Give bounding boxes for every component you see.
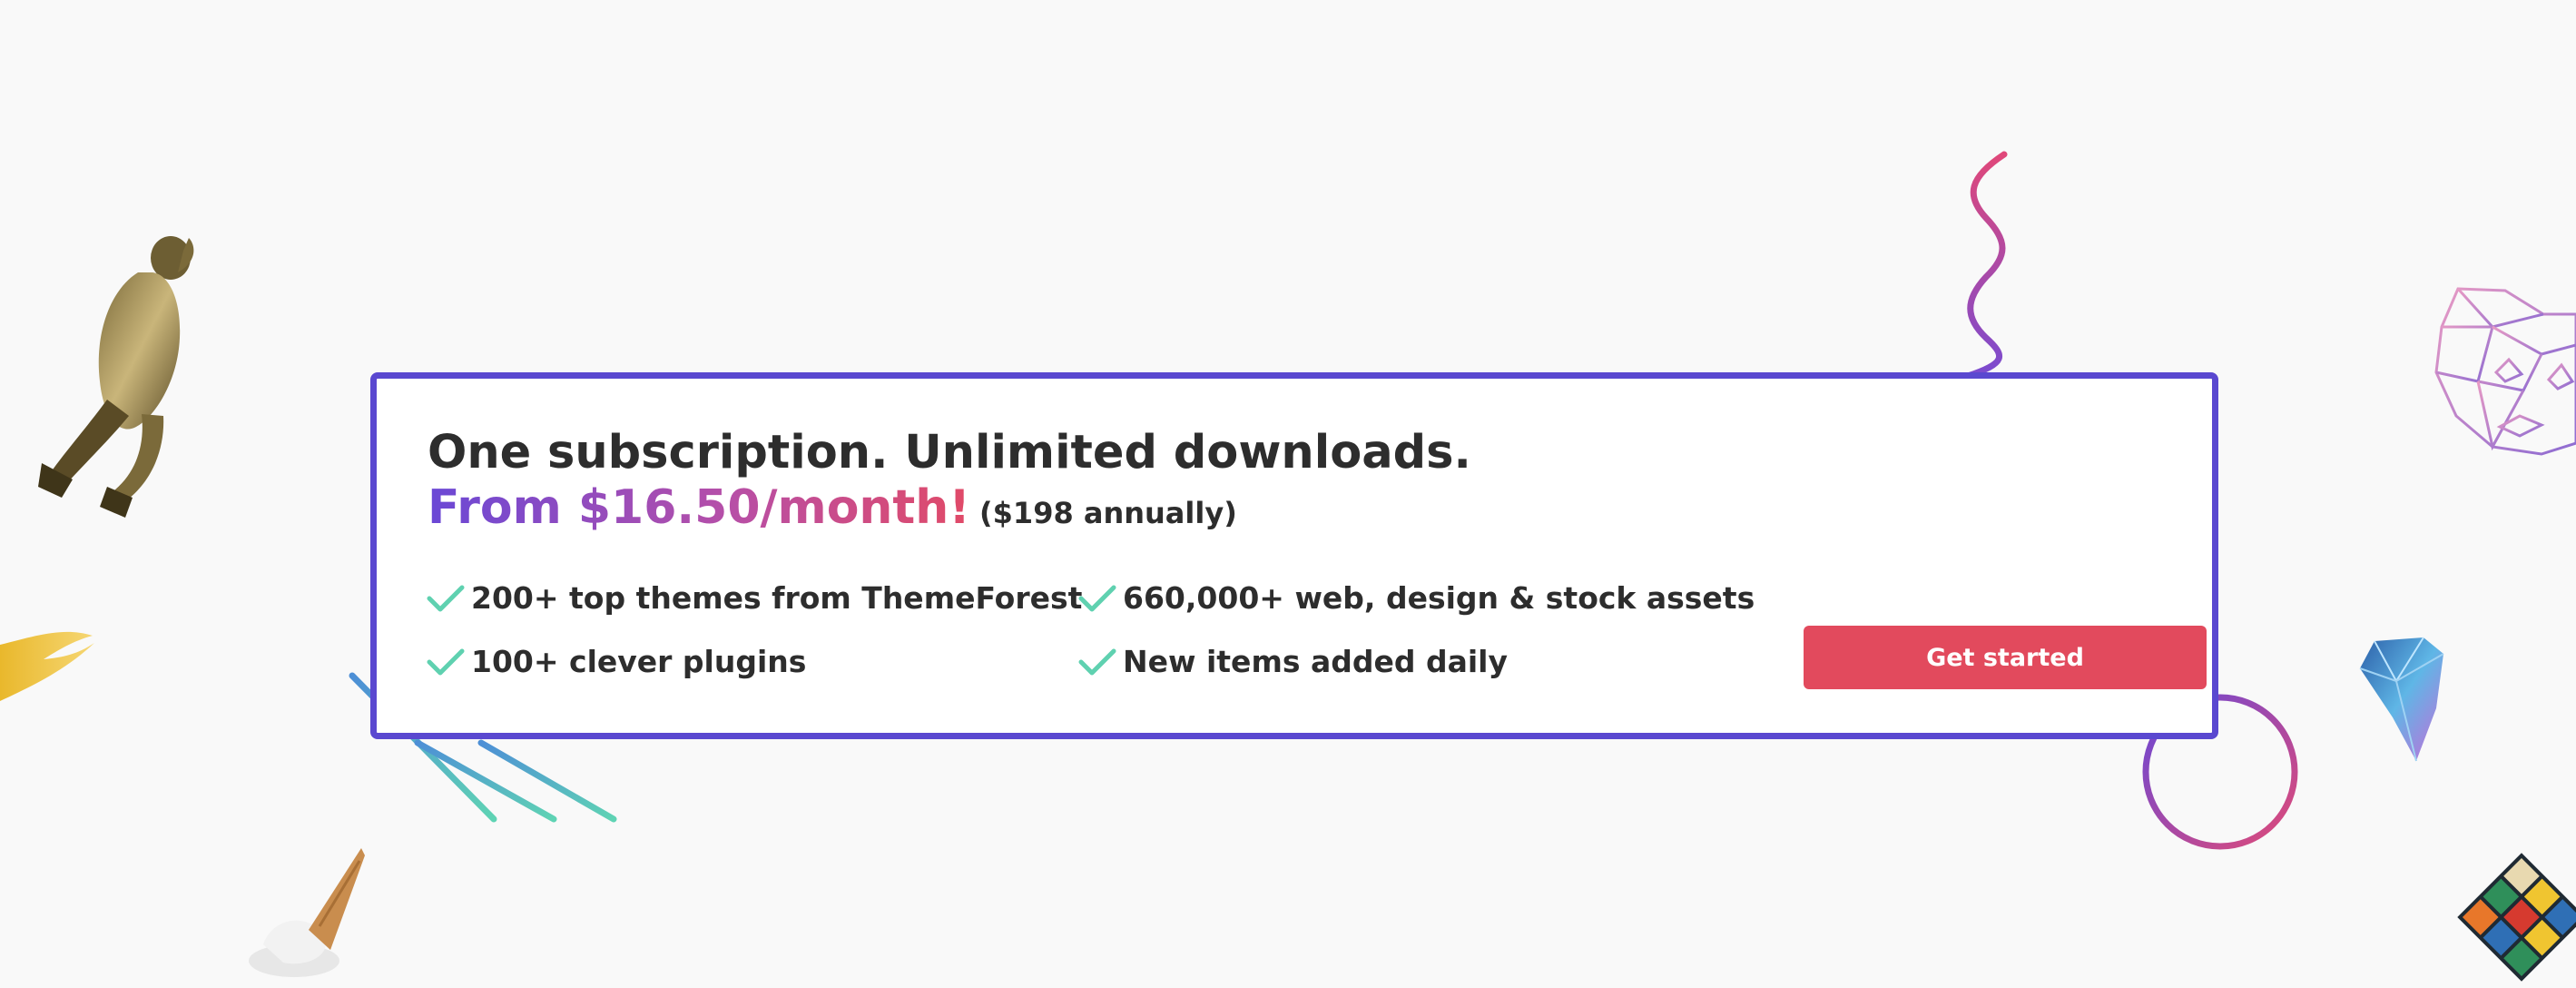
headline: One subscription. Unlimited downloads. (428, 426, 1471, 479)
check-icon (427, 648, 465, 675)
feature-item-new-items: New items added daily (1077, 644, 1508, 679)
check-icon (427, 585, 465, 611)
feature-item-plugins: 100+ clever plugins (426, 644, 806, 679)
crystal-gem-icon (2359, 637, 2444, 762)
feature-label: 200+ top themes from ThemeForest (471, 580, 1083, 616)
feature-item-assets: 660,000+ web, design & stock assets (1077, 580, 1755, 616)
annual-price: ($198 annually) (979, 496, 1237, 530)
monthly-price: From $16.50/month! (428, 480, 971, 535)
dancer-figure-icon (38, 236, 194, 518)
subscription-card: One subscription. Unlimited downloads. F… (370, 372, 2218, 739)
check-icon (1078, 585, 1116, 611)
feature-label: New items added daily (1123, 644, 1508, 679)
geometric-bear-head-icon (2434, 287, 2576, 456)
feature-item-themes: 200+ top themes from ThemeForest (426, 580, 1082, 616)
feature-label: 660,000+ web, design & stock assets (1123, 580, 1755, 616)
price-row: From $16.50/month! ($198 annually) (428, 480, 1237, 535)
promo-stage: One subscription. Unlimited downloads. F… (0, 0, 2576, 988)
gold-brush-stroke-icon (0, 631, 94, 701)
ice-cream-cone-icon (249, 848, 365, 977)
check-icon (1078, 648, 1116, 675)
feature-label: 100+ clever plugins (471, 644, 807, 679)
squiggle-line-icon (1964, 151, 2008, 380)
get-started-button[interactable]: Get started (1804, 626, 2207, 689)
rubiks-cube-icon (2457, 853, 2576, 982)
